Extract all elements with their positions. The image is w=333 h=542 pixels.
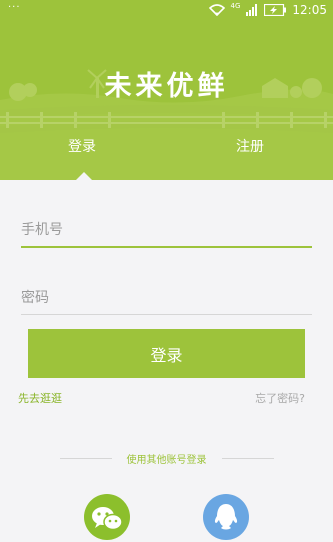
phone-field bbox=[21, 214, 312, 248]
active-tab-indicator bbox=[76, 172, 92, 180]
wechat-login-button[interactable] bbox=[84, 494, 130, 540]
browse-first-link[interactable]: 先去逛逛 bbox=[18, 390, 62, 406]
qq-login-button[interactable] bbox=[203, 494, 249, 540]
login-button[interactable]: 登录 bbox=[28, 329, 305, 378]
qq-icon bbox=[214, 504, 238, 530]
battery-icon bbox=[264, 4, 287, 16]
auth-tabs: 登录 注册 bbox=[0, 128, 333, 180]
password-input[interactable] bbox=[21, 281, 312, 314]
forgot-password-link[interactable]: 忘了密码? bbox=[255, 390, 305, 406]
status-bar: ··· 4G 12:05 bbox=[0, 0, 333, 22]
password-field bbox=[21, 281, 312, 315]
signal-icon bbox=[246, 4, 258, 16]
header-banner: ··· 4G 12:05 未来优鲜 登录 注册 bbox=[0, 0, 333, 180]
wifi-icon bbox=[208, 4, 225, 16]
other-login-label: 使用其他账号登录 bbox=[126, 455, 207, 466]
tab-register[interactable]: 注册 bbox=[236, 136, 264, 156]
brand-logo-text: 未来优鲜 bbox=[104, 71, 229, 102]
divider-right bbox=[222, 458, 274, 459]
tab-login[interactable]: 登录 bbox=[68, 136, 96, 156]
notification-dots: ··· bbox=[8, 2, 21, 13]
clock: 12:05 bbox=[292, 3, 327, 17]
network-type: 4G bbox=[230, 2, 241, 10]
phone-input[interactable] bbox=[21, 214, 312, 246]
wechat-icon bbox=[92, 507, 123, 531]
